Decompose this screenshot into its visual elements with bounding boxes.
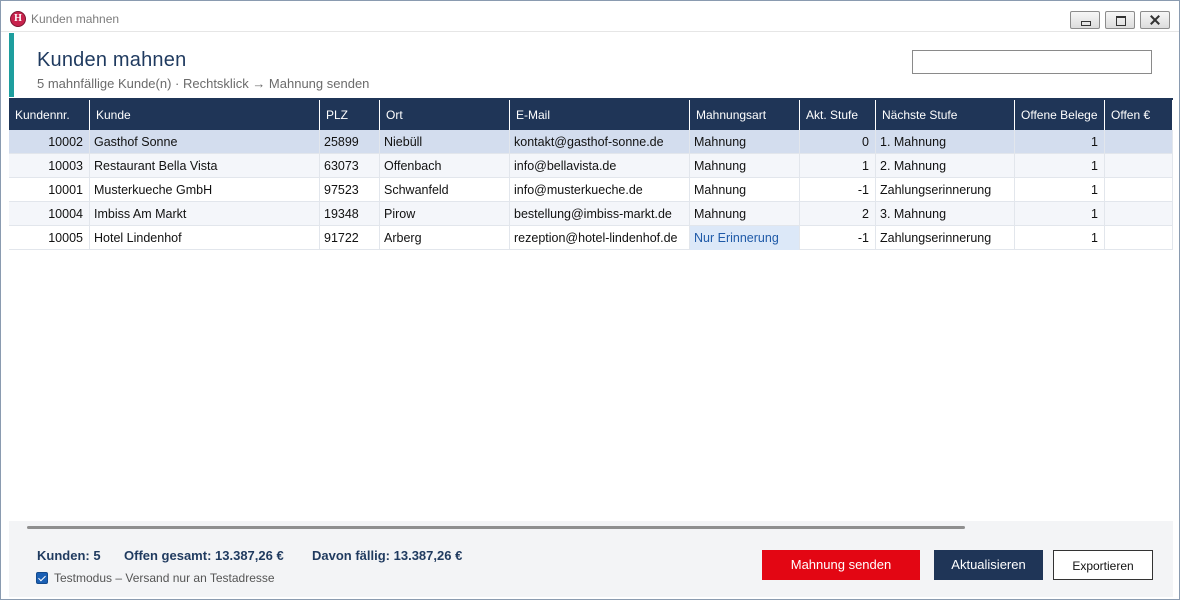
column-header-offene-belege[interactable]: Offene Belege (1015, 100, 1105, 130)
search-input[interactable] (912, 50, 1152, 74)
send-reminder-button[interactable]: Mahnung senden (762, 550, 920, 580)
refresh-button[interactable]: Aktualisieren (934, 550, 1043, 580)
cell-naechste-stufe: Zahlungserinnerung (876, 178, 1015, 202)
cell-ort: Arberg (380, 226, 510, 250)
table-row[interactable]: 10001 Musterkueche GmbH 97523 Schwanfeld… (9, 178, 1173, 202)
cell-offen-eur (1105, 130, 1173, 154)
table-row[interactable]: 10002 Gasthof Sonne 25899 Niebüll kontak… (9, 130, 1173, 154)
cell-plz: 63073 (320, 154, 380, 178)
customer-count: Kunden: 5 (37, 548, 101, 563)
cell-plz: 91722 (320, 226, 380, 250)
cell-offene-belege: 1 (1015, 154, 1105, 178)
cell-ort: Niebüll (380, 130, 510, 154)
column-header-akt-stufe[interactable]: Akt. Stufe (800, 100, 876, 130)
page-header: Kunden mahnen 5 mahnfällige Kunde(n) · R… (9, 33, 1173, 97)
cell-naechste-stufe: 2. Mahnung (876, 154, 1015, 178)
cell-akt-stufe: 2 (800, 202, 876, 226)
cell-kundennr: 10005 (9, 226, 90, 250)
page-title: Kunden mahnen (37, 49, 187, 71)
cell-plz: 25899 (320, 130, 380, 154)
footer-bar: Kunden: 5 Offen gesamt: 13.387,26 € Davo… (9, 521, 1173, 597)
column-header-mahnungsart[interactable]: Mahnungsart (690, 100, 800, 130)
cell-mahnungsart-editing[interactable]: Nur Erinnerung (690, 226, 800, 250)
cell-ort: Schwanfeld (380, 178, 510, 202)
app-logo-icon (10, 11, 26, 27)
cell-email: info@bellavista.de (510, 154, 690, 178)
column-header-kundennr[interactable]: Kundennr. (9, 100, 90, 130)
cell-ort: Offenbach (380, 154, 510, 178)
close-button[interactable] (1140, 11, 1170, 29)
checkbox-checked-icon[interactable] (36, 572, 48, 584)
cell-offene-belege: 1 (1015, 202, 1105, 226)
header-accent-bar (9, 33, 14, 97)
minimize-button[interactable] (1070, 11, 1100, 29)
cell-akt-stufe: 0 (800, 130, 876, 154)
cell-offene-belege: 1 (1015, 130, 1105, 154)
cell-email: info@musterkueche.de (510, 178, 690, 202)
cell-kunde: Imbiss Am Markt (90, 202, 320, 226)
table-row[interactable]: 10003 Restaurant Bella Vista 63073 Offen… (9, 154, 1173, 178)
grid-header-row: Kundennr. Kunde PLZ Ort E-Mail Mahnungsa… (9, 100, 1173, 130)
cell-plz: 19348 (320, 202, 380, 226)
title-bar: Kunden mahnen (1, 1, 1179, 32)
customer-grid: Kundennr. Kunde PLZ Ort E-Mail Mahnungsa… (9, 98, 1173, 521)
cell-kundennr: 10002 (9, 130, 90, 154)
column-header-ort[interactable]: Ort (380, 100, 510, 130)
cell-mahnungsart[interactable]: Mahnung (690, 130, 800, 154)
cell-akt-stufe: 1 (800, 154, 876, 178)
cell-naechste-stufe: 3. Mahnung (876, 202, 1015, 226)
cell-offen-eur (1105, 178, 1173, 202)
cell-kunde: Gasthof Sonne (90, 130, 320, 154)
column-header-naechste-stufe[interactable]: Nächste Stufe (876, 100, 1015, 130)
cell-offene-belege: 1 (1015, 226, 1105, 250)
cell-email: kontakt@gasthof-sonne.de (510, 130, 690, 154)
horizontal-scrollbar[interactable] (27, 526, 965, 529)
cell-offene-belege: 1 (1015, 178, 1105, 202)
cell-kundennr: 10003 (9, 154, 90, 178)
cell-offen-eur (1105, 154, 1173, 178)
cell-naechste-stufe: 1. Mahnung (876, 130, 1015, 154)
column-header-offen-eur[interactable]: Offen € (1105, 100, 1173, 130)
testmode-label[interactable]: Testmodus – Versand nur an Testadresse (54, 571, 275, 585)
cell-kunde: Hotel Lindenhof (90, 226, 320, 250)
due-total: Davon fällig: 13.387,26 € (312, 548, 463, 563)
cell-plz: 97523 (320, 178, 380, 202)
column-header-kunde[interactable]: Kunde (90, 100, 320, 130)
cell-offen-eur (1105, 226, 1173, 250)
cell-mahnungsart[interactable]: Mahnung (690, 154, 800, 178)
window-title: Kunden mahnen (31, 12, 120, 26)
open-total: Offen gesamt: 13.387,26 € (124, 548, 284, 563)
cell-kundennr: 10001 (9, 178, 90, 202)
table-row[interactable]: 10004 Imbiss Am Markt 19348 Pirow bestel… (9, 202, 1173, 226)
cell-kunde: Restaurant Bella Vista (90, 154, 320, 178)
page-subtitle: 5 mahnfällige Kunde(n) · Rechtsklick → M… (37, 76, 370, 91)
cell-ort: Pirow (380, 202, 510, 226)
maximize-button[interactable] (1105, 11, 1135, 29)
cell-mahnungsart[interactable]: Mahnung (690, 202, 800, 226)
cell-offen-eur (1105, 202, 1173, 226)
column-header-email[interactable]: E-Mail (510, 100, 690, 130)
cell-kundennr: 10004 (9, 202, 90, 226)
cell-akt-stufe: -1 (800, 226, 876, 250)
window: Kunden mahnen Kunden mahnen 5 mahnfällig… (0, 0, 1180, 600)
column-header-plz[interactable]: PLZ (320, 100, 380, 130)
cell-email: rezeption@hotel-lindenhof.de (510, 226, 690, 250)
cell-email: bestellung@imbiss-markt.de (510, 202, 690, 226)
cell-akt-stufe: -1 (800, 178, 876, 202)
table-row[interactable]: 10005 Hotel Lindenhof 91722 Arberg rezep… (9, 226, 1173, 250)
cell-mahnungsart[interactable]: Mahnung (690, 178, 800, 202)
cell-naechste-stufe: Zahlungserinnerung (876, 226, 1015, 250)
cell-kunde: Musterkueche GmbH (90, 178, 320, 202)
export-button[interactable]: Exportieren (1053, 550, 1153, 580)
